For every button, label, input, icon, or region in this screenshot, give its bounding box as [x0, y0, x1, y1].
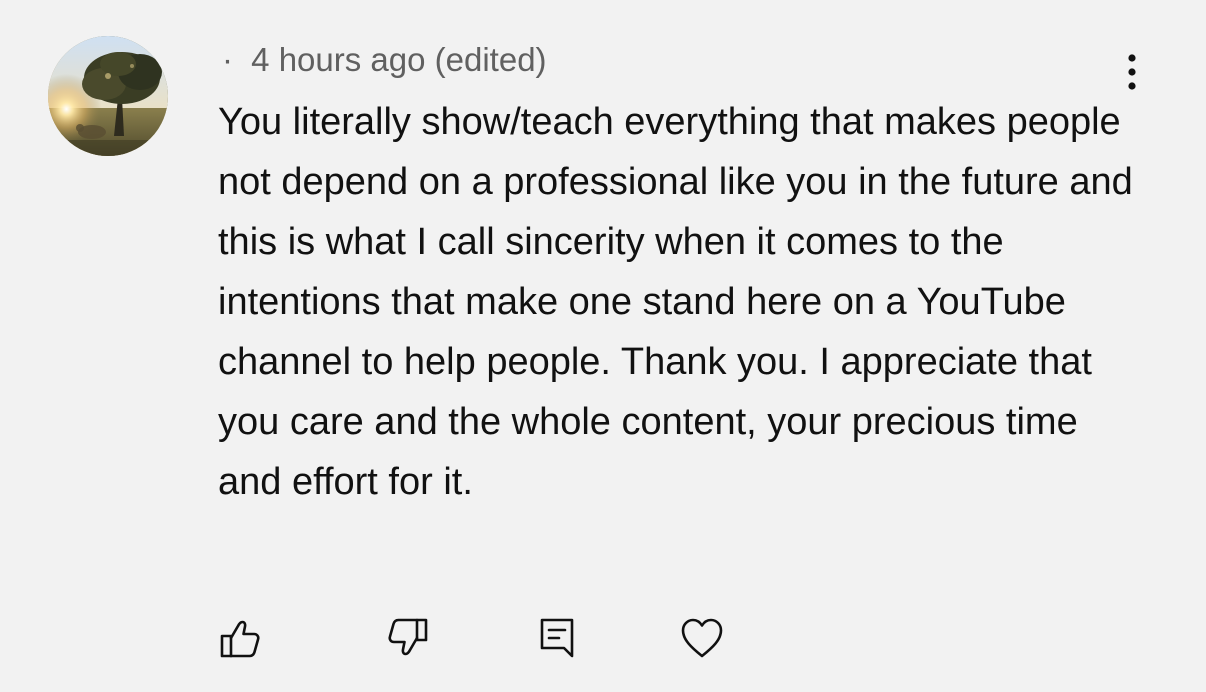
edited-label: (edited)	[434, 41, 547, 78]
more-options-button[interactable]	[1112, 48, 1152, 96]
dislike-button[interactable]	[384, 614, 432, 662]
thumbs-down-icon	[388, 618, 428, 656]
comment-text: You literally show/teach everything that…	[218, 101, 1133, 503]
comment-card: · 4 hours ago (edited) You literally sho…	[0, 0, 1206, 692]
like-button[interactable]	[216, 614, 264, 662]
reply-comment-icon	[540, 618, 574, 658]
separator-dot: ·	[222, 41, 233, 78]
reply-button[interactable]	[534, 614, 582, 662]
more-vertical-icon	[1128, 54, 1136, 90]
heart-button[interactable]	[678, 614, 726, 662]
timestamp: 4 hours ago	[251, 41, 426, 78]
comment-meta: · 4 hours ago (edited)	[222, 40, 547, 80]
heart-icon	[681, 618, 723, 658]
avatar[interactable]	[48, 36, 168, 156]
comment-actions	[0, 614, 1206, 664]
avatar-image	[48, 36, 168, 156]
thumbs-up-icon	[220, 620, 260, 658]
